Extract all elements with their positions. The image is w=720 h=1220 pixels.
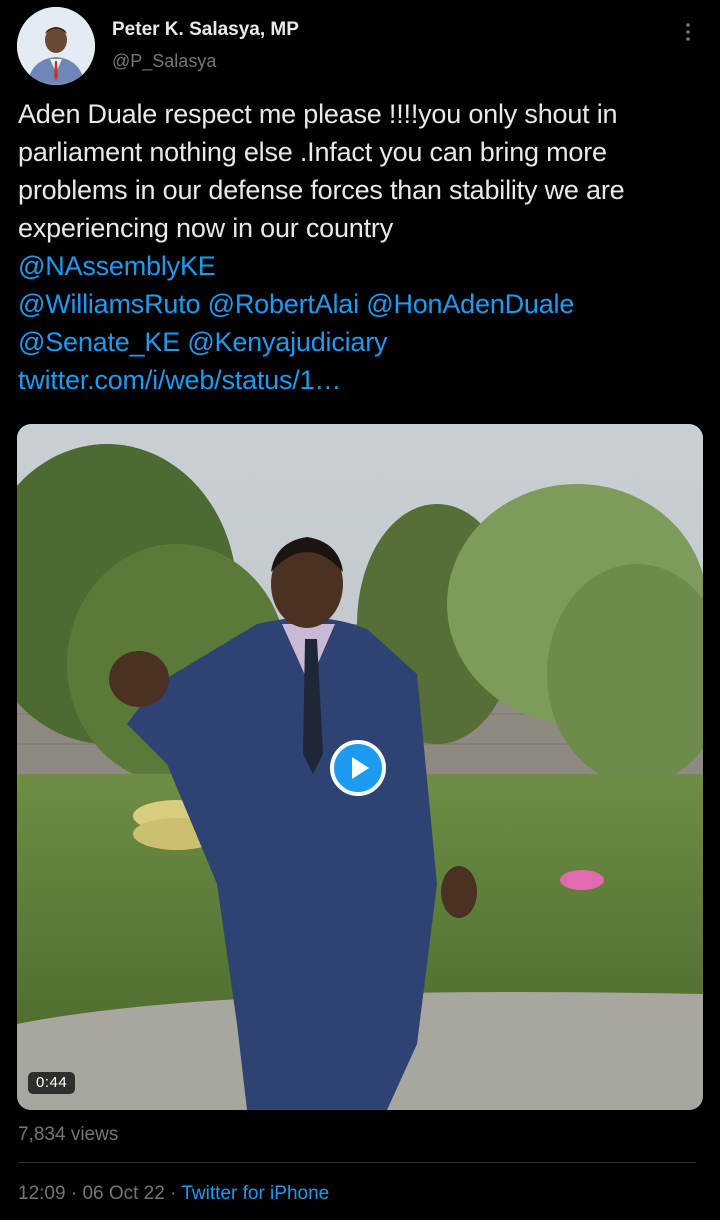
video-duration-badge: 0:44 — [28, 1072, 76, 1094]
display-name[interactable]: Peter K. Salasya, MP — [112, 19, 299, 41]
tweet-source-link[interactable]: Twitter for iPhone — [181, 1183, 329, 1204]
mention-kenyajudiciary[interactable]: @Kenyajudiciary — [187, 327, 387, 357]
play-icon[interactable] — [330, 740, 386, 796]
tweet-text: Aden Duale respect me please !!!!you onl… — [18, 95, 708, 399]
mention-nassembly[interactable]: @NAssemblyKE — [18, 251, 216, 281]
divider — [18, 1162, 696, 1163]
meta-separator: · — [164, 1183, 182, 1204]
view-count: 7,834 views — [18, 1124, 119, 1145]
tweet-date[interactable]: 06 Oct 22 — [82, 1183, 164, 1204]
handle[interactable]: @P_Salasya — [112, 50, 299, 72]
tweet-time[interactable]: 12:09 — [18, 1183, 66, 1204]
mention-williamsruto[interactable]: @WilliamsRuto — [18, 289, 201, 319]
tweet-meta: 12:09 · 06 Oct 22 · Twitter for iPhone — [18, 1183, 329, 1205]
meta-separator: · — [65, 1183, 83, 1204]
tweet-body-text: Aden Duale respect me please !!!!you onl… — [18, 99, 625, 243]
more-options-icon[interactable] — [676, 20, 700, 44]
mention-robertalai[interactable]: @RobertAlai — [208, 289, 359, 319]
mention-honadenduale[interactable]: @HonAdenDuale — [366, 289, 574, 319]
tweet-url-link[interactable]: twitter.com/i/web/status/1… — [18, 365, 341, 395]
mention-senate[interactable]: @Senate_KE — [18, 327, 180, 357]
avatar[interactable] — [17, 7, 95, 85]
avatar-image — [17, 7, 95, 85]
tweet-header: Peter K. Salasya, MP @P_Salasya — [0, 0, 720, 90]
author-block: Peter K. Salasya, MP @P_Salasya — [112, 19, 299, 72]
